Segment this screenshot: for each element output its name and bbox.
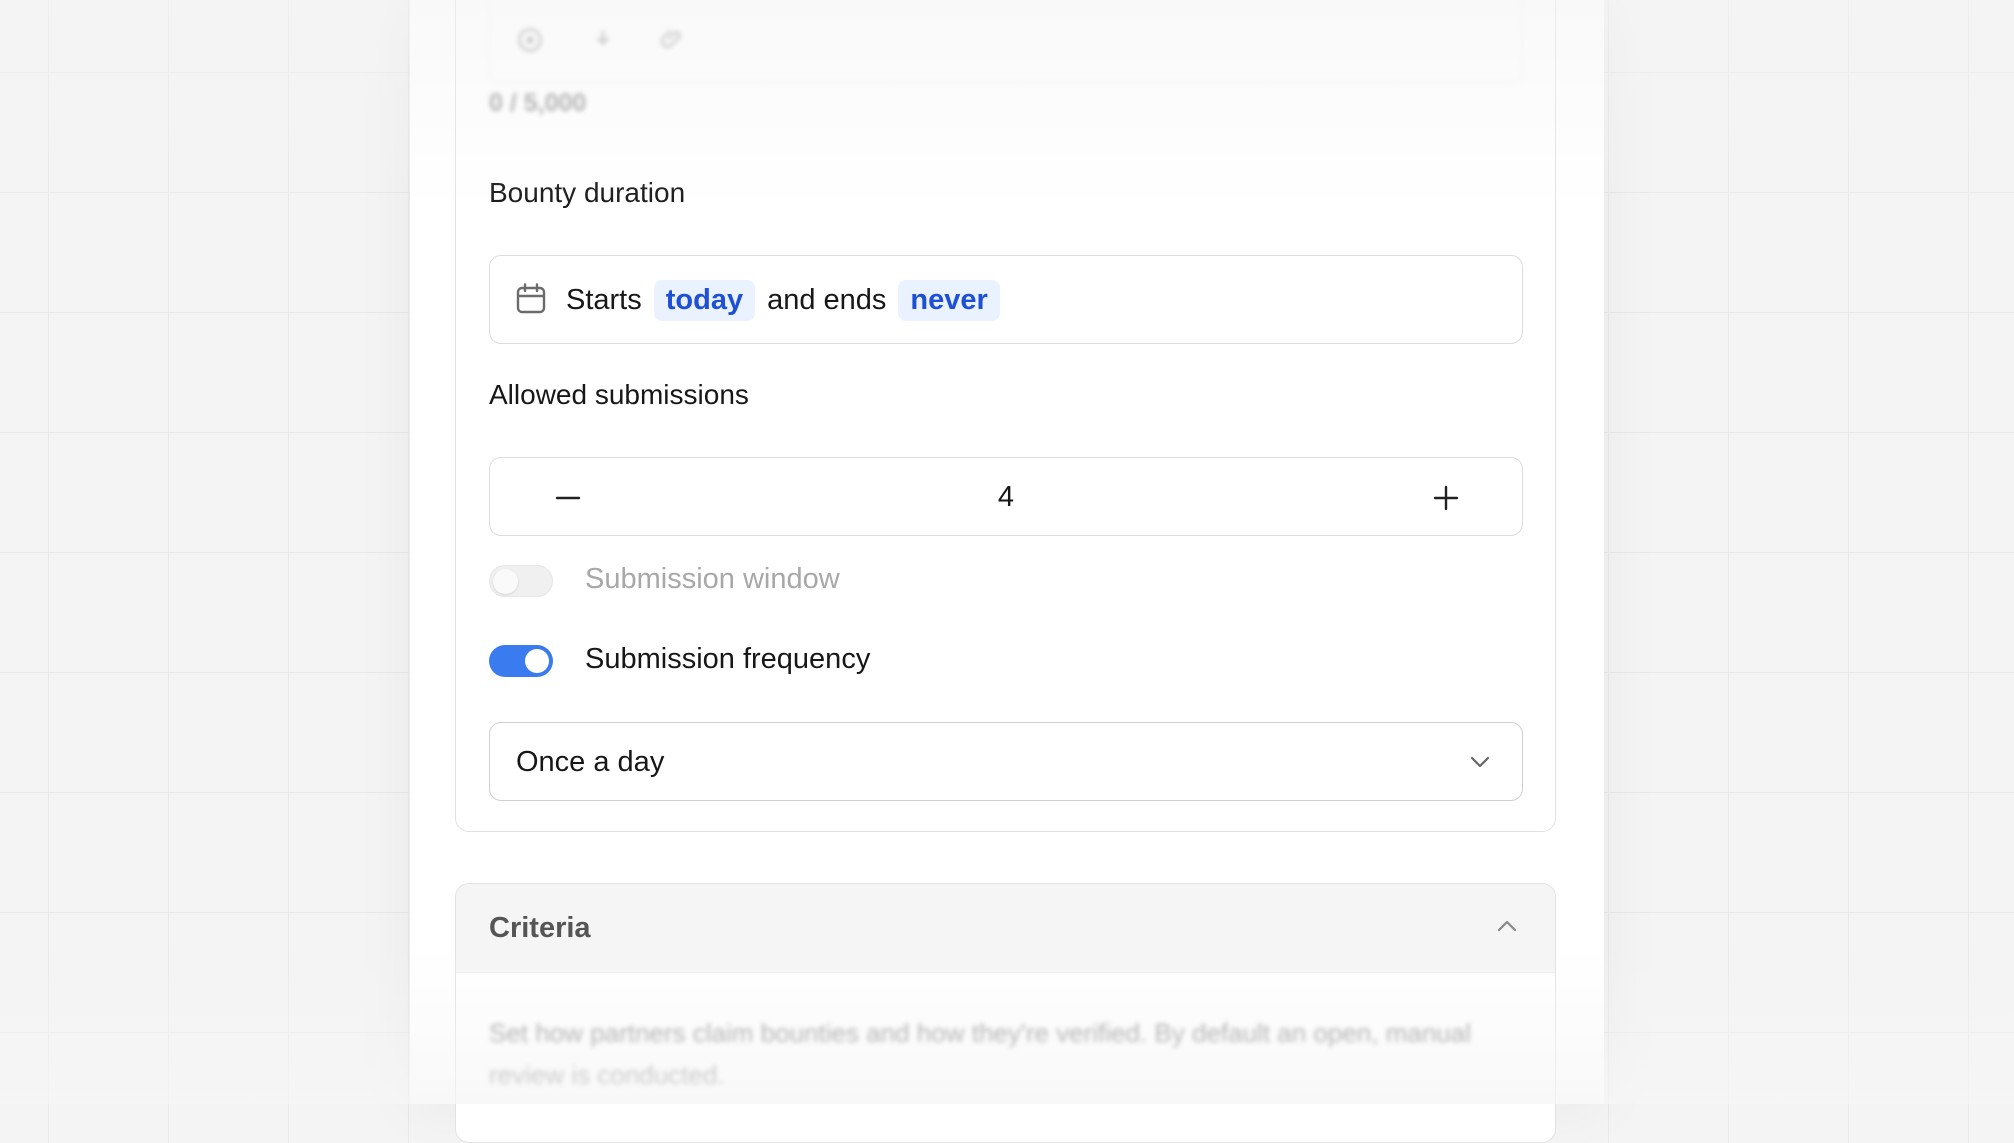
allowed-submissions-stepper: 4 xyxy=(489,457,1523,536)
criteria-header[interactable]: Criteria xyxy=(456,884,1555,973)
minus-icon xyxy=(555,496,581,499)
duration-sentence: Starts today and ends never xyxy=(566,256,1000,345)
submission-frequency-label: Submission frequency xyxy=(585,643,871,675)
calendar-icon xyxy=(516,283,546,314)
criteria-title: Criteria xyxy=(489,912,591,944)
image-icon[interactable] xyxy=(516,26,544,61)
description-editor[interactable] xyxy=(489,0,1523,83)
bounty-duration-label: Bounty duration xyxy=(489,177,686,208)
frequency-selected-value: Once a day xyxy=(516,746,665,778)
paperclip-icon[interactable] xyxy=(660,26,686,59)
end-date-chip[interactable]: never xyxy=(898,280,1000,321)
decrement-button[interactable] xyxy=(528,458,608,537)
criteria-description: Set how partners claim bounties and how … xyxy=(489,1018,1471,1090)
chevron-up-icon[interactable] xyxy=(1495,914,1519,938)
submission-window-label: Submission window xyxy=(585,563,840,595)
submission-window-toggle[interactable] xyxy=(489,565,553,597)
allowed-submissions-label: Allowed submissions xyxy=(489,379,749,410)
toggle-knob xyxy=(525,649,549,673)
submission-frequency-select[interactable]: Once a day xyxy=(489,722,1523,801)
submission-frequency-toggle[interactable] xyxy=(489,645,553,677)
bounty-settings-card: 0 / 5,000 Bounty duration Starts today a… xyxy=(455,0,1556,832)
submissions-value[interactable]: 4 xyxy=(490,458,1522,537)
toggle-knob xyxy=(493,569,518,594)
character-count: 0 / 5,000 xyxy=(489,89,587,117)
criteria-card: Criteria Set how partners claim bounties… xyxy=(455,883,1556,1143)
page-card: 0 / 5,000 Bounty duration Starts today a… xyxy=(410,0,1604,1143)
start-date-chip[interactable]: today xyxy=(653,280,756,321)
download-icon[interactable] xyxy=(590,26,616,59)
duration-prefix: Starts xyxy=(566,284,642,316)
duration-middle: and ends xyxy=(767,284,887,316)
chevron-down-icon xyxy=(1470,756,1490,768)
increment-button[interactable] xyxy=(1406,458,1486,537)
bounty-duration-field[interactable]: Starts today and ends never xyxy=(489,255,1523,344)
plus-icon xyxy=(1433,485,1459,510)
